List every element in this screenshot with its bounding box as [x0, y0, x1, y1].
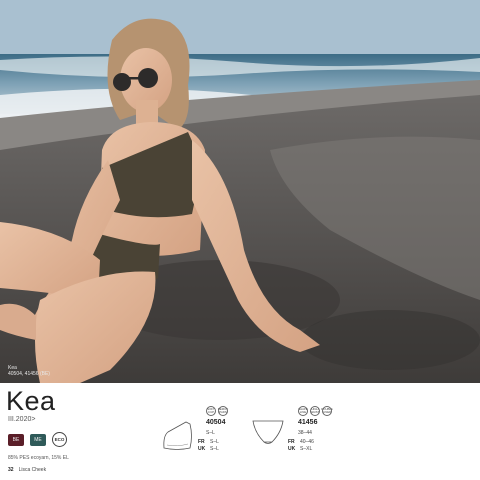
photo-caption: Kea 40504, 41456 (BE)	[8, 365, 50, 377]
swatch-code: BE	[12, 436, 20, 443]
size-row-uk: UK S–L	[198, 446, 219, 452]
swatch-be[interactable]: BE	[8, 433, 24, 446]
beach-scene-illustration	[0, 0, 480, 383]
collection-label: III.2020>	[8, 416, 36, 423]
removable-pads-badge: REMOV PADS	[217, 406, 229, 416]
size-row-uk: UK S–XL	[288, 446, 312, 452]
hero-photo: Kea 40504, 41456 (BE)	[0, 0, 480, 383]
soft-cup-badge: SOFT CUP	[206, 406, 216, 416]
page-number: 32	[8, 467, 14, 473]
size-range: 38–44	[298, 430, 312, 436]
article-number: 41456	[298, 419, 318, 426]
high-waist-brief-icon	[252, 420, 284, 444]
swatch-code: ME	[34, 436, 42, 443]
article-badges: SOFT CUP REMOV PADS	[206, 406, 228, 416]
eco-badge: ECO	[52, 432, 67, 447]
size-row-fr: FR 40–46	[288, 439, 314, 445]
high-waist-badge: HIGH WAIST	[310, 406, 320, 416]
double-lined-badge: DOUBLE LINED	[321, 406, 333, 416]
size-label-uk: UK	[198, 446, 206, 452]
size-label-fr: FR	[288, 439, 295, 445]
size-label-uk: UK	[288, 446, 296, 452]
one-shoulder-top-icon	[163, 421, 192, 450]
size-value-uk: S–L	[210, 446, 219, 452]
size-label-fr: FR	[198, 439, 205, 445]
article-40504[interactable]: SOFT CUP REMOV PADS 40504 S–L FR S–L UK …	[160, 406, 250, 466]
page-footer: 32 Lisca Cheek	[8, 467, 46, 473]
size-value-fr: S–L	[210, 439, 219, 445]
article-41456[interactable]: SHAPE LINE HIGH WAIST DOUBLE LINED 41456…	[250, 406, 350, 466]
shape-line-badge: SHAPE LINE	[298, 406, 308, 416]
size-range: S–L	[206, 430, 215, 436]
product-name: Kea	[6, 386, 56, 416]
article-number: 40504	[206, 419, 226, 426]
swatch-me[interactable]: ME	[30, 433, 46, 446]
article-badges: SHAPE LINE HIGH WAIST DOUBLE LINED	[298, 406, 333, 416]
size-row-fr: FR S–L	[198, 439, 219, 445]
photo-caption-codes: 40504, 41456 (BE)	[8, 371, 50, 377]
section-name: Lisca Cheek	[18, 467, 47, 473]
material-composition: 85% PES ecoyarn, 15% EL	[8, 455, 69, 461]
size-value-fr: 40–46	[300, 439, 314, 445]
color-swatches: BE ME ECO	[8, 432, 67, 447]
size-value-uk: S–XL	[300, 446, 313, 452]
